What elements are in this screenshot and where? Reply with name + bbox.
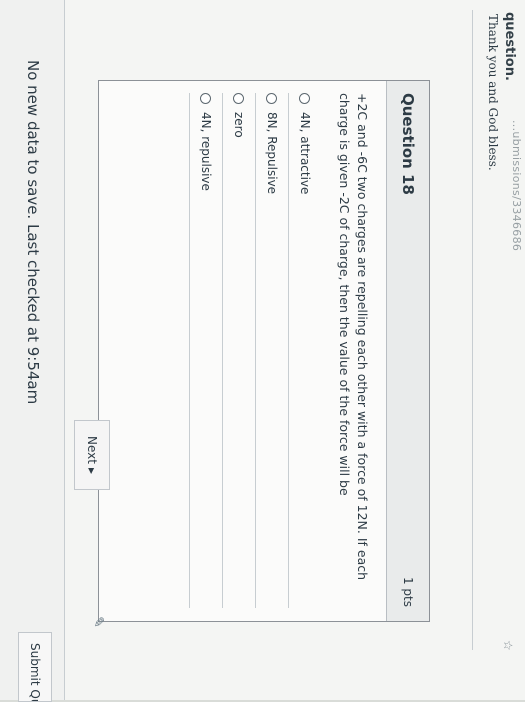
footer-bar: No new data to save. Last checked at 9:5… — [0, 0, 65, 702]
question-header: Question 18 1 pts — [386, 81, 429, 621]
question-points: 1 pts — [401, 576, 415, 607]
option-label: 4N, attractive — [298, 112, 312, 195]
pencil-icon[interactable]: ✎ — [89, 613, 107, 631]
url-fragment: ...ubmissions/3346686 — [510, 120, 523, 252]
section-label: question. — [502, 12, 517, 81]
star-icon: ☆ — [501, 640, 515, 651]
submit-quiz-button[interactable]: Submit Qu — [18, 632, 52, 702]
radio-icon[interactable] — [299, 93, 311, 104]
question-text: +2C and -6C two charges are repelling ea… — [337, 93, 370, 581]
question-title: Question 18 — [399, 93, 417, 195]
question-card: Question 18 1 pts +2C and -6C two charge… — [90, 80, 430, 628]
answer-options: 4N, attractive 8N, Repulsive zero 4N, re… — [189, 93, 321, 608]
radio-icon[interactable] — [233, 93, 245, 104]
option-label: 4N, repulsive — [199, 112, 213, 191]
answer-option-1[interactable]: 4N, attractive — [288, 93, 321, 608]
next-label: Next — [85, 436, 99, 464]
option-label: 8N, Repulsive — [265, 112, 279, 195]
option-label: zero — [232, 112, 246, 138]
radio-icon[interactable] — [200, 93, 212, 104]
radio-icon[interactable] — [266, 93, 278, 104]
answer-option-2[interactable]: 8N, Repulsive — [255, 93, 288, 608]
triangle-right-icon: ▸ — [85, 467, 99, 474]
answer-option-3[interactable]: zero — [222, 93, 255, 608]
divider — [472, 10, 473, 650]
answer-option-4[interactable]: 4N, repulsive — [189, 93, 222, 608]
quiz-page: ...ubmissions/3346686 question. Thank yo… — [0, 0, 525, 702]
thanks-text: Thank you and God bless. — [486, 14, 500, 171]
save-status: No new data to save. Last checked at 9:5… — [24, 60, 42, 405]
next-button[interactable]: Next ▸ — [74, 420, 110, 490]
